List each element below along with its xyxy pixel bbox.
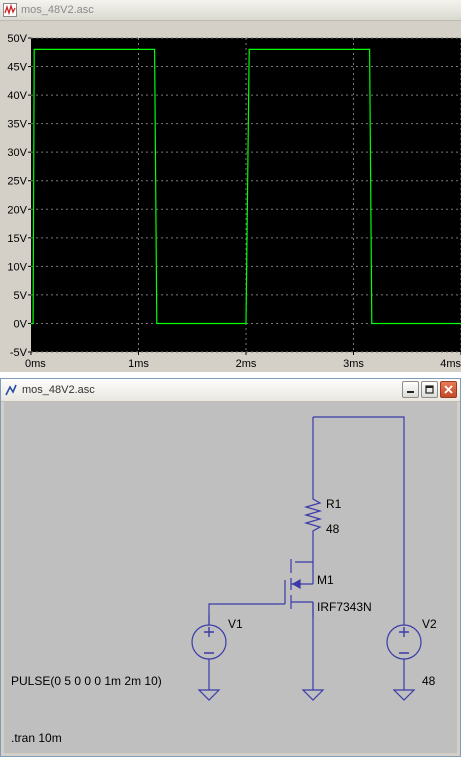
schematic-icon bbox=[4, 383, 18, 397]
y-tick-label: 0V bbox=[14, 318, 28, 330]
v2-value-label: 48 bbox=[422, 674, 436, 688]
schematic-drawing[interactable]: R1 48 M1 IRF7343N V1 PULSE(0 5 0 0 0 1m … bbox=[4, 402, 457, 753]
waveform-icon bbox=[3, 3, 17, 17]
x-tick-label: 1ms bbox=[128, 358, 149, 370]
waveform-chart[interactable]: -5V0V5V10V15V20V25V30V35V40V45V50V0ms 1ms… bbox=[0, 21, 461, 372]
y-tick-label: 10V bbox=[7, 261, 27, 273]
x-tick-label: 0ms bbox=[25, 358, 46, 370]
r1-value-label: 48 bbox=[326, 522, 340, 536]
y-tick-label: 40V bbox=[7, 90, 27, 102]
y-tick-label: 15V bbox=[7, 233, 27, 245]
maximize-icon bbox=[425, 385, 434, 394]
maximize-button[interactable] bbox=[421, 381, 438, 398]
wire-gate[interactable] bbox=[208, 603, 285, 625]
close-button[interactable] bbox=[440, 381, 457, 398]
waveform-window: mos_48V2.asc -5V 0V 5V 10V 15V 20V 25V 30V 35V 40… bbox=[0, 0, 461, 372]
y-tick-label: 50V bbox=[7, 33, 27, 45]
voltage-source-v2-symbol[interactable] bbox=[386, 624, 422, 690]
minimize-button[interactable] bbox=[402, 381, 419, 398]
mosfet-m1-symbol[interactable] bbox=[284, 559, 314, 617]
spice-directive[interactable]: .tran 10m bbox=[11, 731, 62, 745]
x-tick-label: 2ms bbox=[236, 358, 257, 370]
ground-mosfet-icon bbox=[301, 689, 325, 701]
minimize-icon bbox=[407, 391, 414, 393]
y-tick-label: 25V bbox=[7, 176, 27, 188]
close-icon bbox=[444, 385, 453, 394]
waveform-window-title: mos_48V2.asc bbox=[21, 4, 94, 16]
y-tick-label: 20V bbox=[7, 204, 27, 216]
y-tick-label: 30V bbox=[7, 147, 27, 159]
schematic-titlebar[interactable]: mos_48V2.asc bbox=[1, 379, 460, 402]
y-tick-label: 5V bbox=[14, 290, 28, 302]
ground-v1-icon bbox=[197, 689, 221, 701]
waveform-titlebar[interactable]: mos_48V2.asc bbox=[0, 0, 461, 21]
y-tick-label: 35V bbox=[7, 119, 27, 131]
schematic-window-title: mos_48V2.asc bbox=[22, 384, 95, 396]
x-tick-label: 4ms bbox=[440, 358, 461, 370]
resistor-r1-symbol[interactable] bbox=[303, 492, 323, 538]
schematic-canvas[interactable]: R1 48 M1 IRF7343N V1 PULSE(0 5 0 0 0 1m … bbox=[4, 402, 457, 753]
ground-v2-icon bbox=[392, 689, 416, 701]
v2-name-label: V2 bbox=[422, 617, 437, 631]
x-tick-label: 3ms bbox=[343, 358, 364, 370]
waveform-plot[interactable]: -5V 0V 5V 10V 15V 20V 25V 30V 35V 40V 45V 50V 0ms 1ms… bbox=[0, 21, 461, 372]
r1-name-label: R1 bbox=[326, 497, 342, 511]
wire-top[interactable] bbox=[313, 416, 405, 625]
m1-name-label: M1 bbox=[317, 573, 334, 587]
voltage-source-v1-symbol[interactable] bbox=[191, 615, 227, 690]
v1-name-label: V1 bbox=[228, 617, 243, 631]
wire-r1-mosfet[interactable] bbox=[295, 538, 314, 563]
schematic-window: mos_48V2.asc R1 48 M1 IRF7343N V1 PULSE(… bbox=[0, 378, 461, 757]
y-tick-label: 45V bbox=[7, 62, 27, 74]
v1-value-label: PULSE(0 5 0 0 0 1m 2m 10) bbox=[11, 674, 162, 688]
m1-value-label: IRF7343N bbox=[317, 600, 372, 614]
